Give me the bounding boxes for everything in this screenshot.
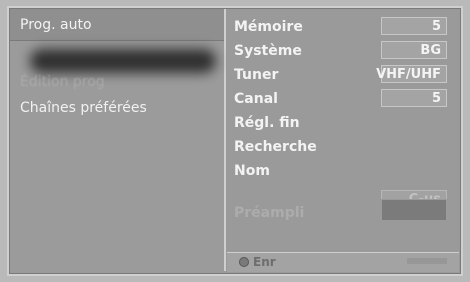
row-preampli: Préampli	[227, 199, 459, 223]
menu-item-chaines-preferees[interactable]: Chaînes préférées	[20, 100, 147, 116]
tuner-value[interactable]: VHF/UHF	[376, 65, 447, 83]
row-label-recherche: Recherche	[234, 139, 317, 155]
memoire-value[interactable]: 5	[381, 17, 447, 35]
canal-value[interactable]: 5	[381, 89, 447, 107]
row-systeme: Système BG	[227, 41, 459, 63]
footer-right-indicator	[407, 258, 447, 264]
right-settings-panel: Mémoire 5 Système BG Tuner VHF/UHF Canal…	[227, 9, 459, 271]
preampli-value[interactable]	[381, 199, 447, 221]
menu-item-prog-auto[interactable]: Prog. auto	[20, 17, 92, 33]
row-label-preampli: Préampli	[234, 205, 305, 221]
row-nom: Nom	[227, 161, 459, 183]
systeme-value[interactable]: BG	[381, 41, 447, 59]
row-label-regl-fin: Régl. fin	[234, 115, 300, 131]
footer-enter-label: Enr	[253, 255, 276, 269]
row-label-tuner: Tuner	[234, 67, 279, 83]
blurred-selection-band	[30, 49, 216, 73]
row-memoire: Mémoire 5	[227, 17, 459, 39]
row-tuner: Tuner VHF/UHF	[227, 65, 459, 87]
row-label-systeme: Système	[234, 43, 302, 59]
row-recherche: Recherche	[227, 137, 459, 159]
left-menu-panel: Prog. auto Édition prog Chaînes préférée…	[10, 9, 226, 271]
menu-item-edition-prog[interactable]: Édition prog	[20, 74, 105, 90]
row-regl-fin: Régl. fin	[227, 113, 459, 135]
row-label-nom: Nom	[234, 163, 270, 179]
row-canal: Canal 5	[227, 89, 459, 111]
red-button-icon	[239, 257, 249, 267]
bottom-hint-bar: Enr	[227, 252, 459, 272]
row-label-memoire: Mémoire	[234, 19, 303, 35]
row-label-canal: Canal	[234, 91, 278, 107]
